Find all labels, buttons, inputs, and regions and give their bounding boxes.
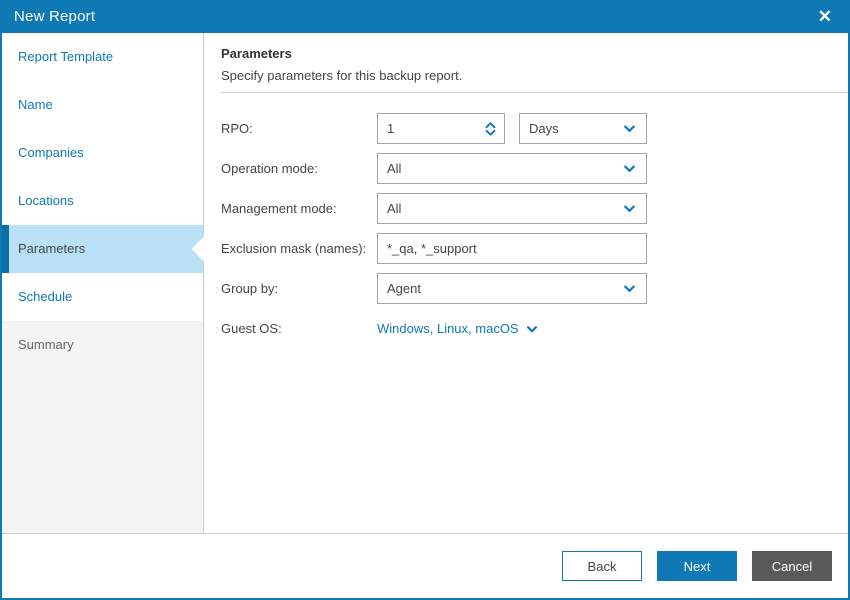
sidebar-item-summary: Summary <box>18 337 74 352</box>
management-mode-select[interactable]: All <box>377 193 647 224</box>
dialog-footer: Back Next Cancel <box>2 533 848 598</box>
rpo-row: RPO: 1 Days <box>221 113 848 144</box>
guest-os-value: Windows, Linux, macOS <box>377 321 519 336</box>
rpo-spinner-arrows[interactable] <box>485 121 496 136</box>
parameters-step-panel: Parameters Specify parameters for this b… <box>204 33 848 533</box>
chevron-down-icon <box>525 322 539 336</box>
guest-os-row: Guest OS: Windows, Linux, macOS <box>221 313 848 344</box>
step-subtitle: Specify parameters for this backup repor… <box>221 68 463 83</box>
close-icon[interactable]: ✕ <box>814 6 836 27</box>
spinner-up-icon[interactable] <box>485 121 496 128</box>
exclusion-mask-input[interactable] <box>387 241 637 256</box>
window-title: New Report <box>14 8 96 25</box>
sidebar-item-companies[interactable]: Companies <box>2 129 203 177</box>
sidebar-item-parameters[interactable]: Parameters <box>2 225 203 273</box>
rpo-stepper[interactable]: 1 <box>377 113 505 144</box>
sidebar-item-report-template[interactable]: Report Template <box>2 33 203 81</box>
step-header: Parameters Specify parameters for this b… <box>221 33 848 93</box>
chevron-down-icon <box>622 281 637 296</box>
management-mode-label: Management mode: <box>221 201 337 216</box>
group-by-row: Group by: Agent <box>221 273 848 304</box>
management-mode-value: All <box>387 201 402 216</box>
next-button[interactable]: Next <box>657 551 737 581</box>
spinner-down-icon[interactable] <box>485 129 496 136</box>
management-mode-row: Management mode: All <box>221 193 848 224</box>
rpo-label: RPO: <box>221 121 253 136</box>
exclusion-mask-fieldbox <box>377 233 647 264</box>
chevron-down-icon <box>622 161 637 176</box>
operation-mode-row: Operation mode: All <box>221 153 848 184</box>
operation-mode-value: All <box>387 161 402 176</box>
exclusion-mask-label: Exclusion mask (names): <box>221 241 367 256</box>
operation-mode-label: Operation mode: <box>221 161 318 176</box>
rpo-controls: 1 Days <box>377 113 647 144</box>
rpo-unit-select[interactable]: Days <box>519 113 647 144</box>
sidebar-item-schedule[interactable]: Schedule <box>2 273 203 321</box>
dialog-body: Report Template Name Companies Locations… <box>2 33 848 533</box>
guest-os-label: Guest OS: <box>221 321 282 336</box>
exclusion-mask-row: Exclusion mask (names): <box>221 233 848 264</box>
title-bar: New Report ✕ <box>0 0 850 33</box>
rpo-value: 1 <box>387 121 395 136</box>
rpo-unit-value: Days <box>529 121 559 136</box>
new-report-dialog: New Report ✕ Report Template Name Compan… <box>0 0 850 600</box>
group-by-value: Agent <box>387 281 421 296</box>
parameters-form: RPO: 1 Days Operation mode: All Manageme… <box>221 93 848 344</box>
sidebar-item-name[interactable]: Name <box>2 81 203 129</box>
sidebar-item-locations[interactable]: Locations <box>2 177 203 225</box>
group-by-label: Group by: <box>221 281 279 296</box>
operation-mode-select[interactable]: All <box>377 153 647 184</box>
chevron-down-icon <box>622 201 637 216</box>
back-button[interactable]: Back <box>562 551 642 581</box>
wizard-steps-sidebar: Report Template Name Companies Locations… <box>2 33 204 533</box>
group-by-select[interactable]: Agent <box>377 273 647 304</box>
cancel-button[interactable]: Cancel <box>752 551 832 581</box>
chevron-down-icon <box>622 121 637 136</box>
step-title: Parameters <box>221 46 292 61</box>
guest-os-dropdown-link[interactable]: Windows, Linux, macOS <box>377 321 539 336</box>
